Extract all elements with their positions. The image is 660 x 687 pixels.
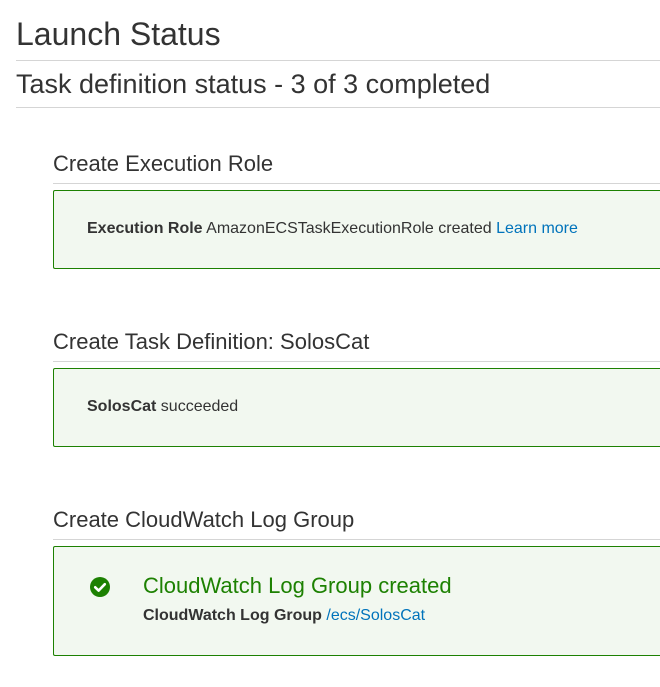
section-divider — [53, 539, 660, 540]
section-title: Create Task Definition: SolosCat — [53, 329, 370, 354]
section-task-definition: Create Task Definition: SolosCat SolosCa… — [53, 328, 660, 447]
status-line: SolosCat succeeded — [87, 397, 238, 417]
status-box: CloudWatch Log Group created CloudWatch … — [53, 546, 660, 656]
status-line: CloudWatch Log Group /ecs/SolosCat — [143, 606, 425, 626]
status-box: SolosCat succeeded — [53, 368, 660, 447]
check-circle-icon — [90, 577, 110, 597]
section-execution-role: Create Execution Role Execution Role Ama… — [53, 150, 660, 269]
learn-more-link[interactable]: Learn more — [496, 220, 578, 237]
status-box: Execution Role AmazonECSTaskExecutionRol… — [53, 190, 660, 269]
section-divider — [53, 183, 660, 184]
log-group-link[interactable]: /ecs/SolosCat — [326, 607, 425, 624]
page-title: Launch Status — [16, 16, 221, 52]
status-heading: Task definition status - 3 of 3 complete… — [16, 69, 491, 99]
launch-status-page: Launch Status Task definition status - 3… — [0, 0, 660, 687]
status-label: CloudWatch Log Group — [143, 607, 322, 624]
section-title: Create Execution Role — [53, 151, 274, 176]
section-title: Create CloudWatch Log Group — [53, 507, 355, 532]
status-line: Execution Role AmazonECSTaskExecutionRol… — [87, 219, 578, 239]
success-title: CloudWatch Log Group created — [143, 573, 452, 598]
section-divider — [53, 361, 660, 362]
status-divider — [16, 107, 660, 108]
status-label: Execution Role — [87, 220, 203, 237]
section-cloudwatch-log-group: Create CloudWatch Log Group CloudWatch L… — [53, 506, 660, 656]
status-label: SolosCat — [87, 398, 157, 415]
status-message: AmazonECSTaskExecutionRole created — [206, 220, 492, 237]
status-message: succeeded — [160, 398, 239, 415]
title-divider — [16, 60, 660, 61]
